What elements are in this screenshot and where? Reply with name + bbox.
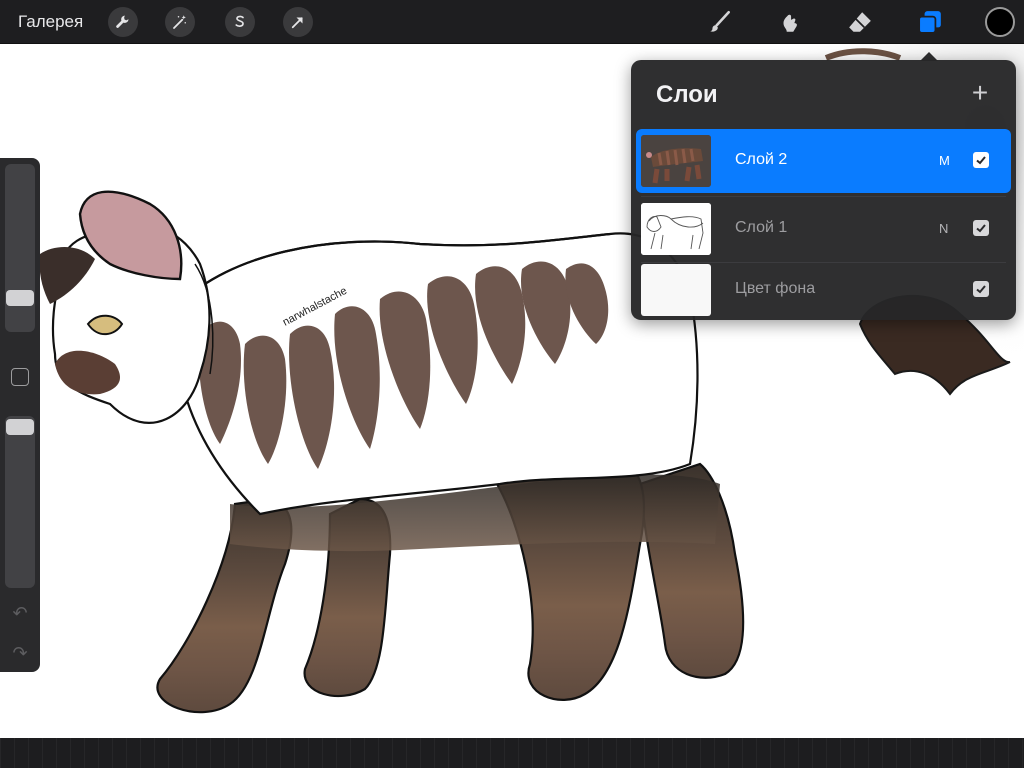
- actions-button[interactable]: [108, 7, 138, 37]
- layer-name: Слой 2: [735, 151, 788, 168]
- layer-visibility-checkbox[interactable]: [973, 220, 989, 236]
- checkmark-icon: [976, 285, 986, 294]
- eraser-icon: [849, 12, 871, 32]
- brush-size-slider[interactable]: [5, 164, 35, 332]
- color-swatch[interactable]: [985, 7, 1015, 37]
- procreate-app: Галерея narwhalstache ↶ ↷ Слои + Слой 2 …: [0, 0, 1024, 768]
- checkmark-icon: [976, 224, 986, 233]
- layer-blend-mode[interactable]: M: [939, 153, 950, 168]
- layer-visibility-checkbox[interactable]: [973, 281, 989, 297]
- layer-row-background[interactable]: Цвет фона: [636, 258, 1011, 322]
- redo-icon[interactable]: ↷: [9, 642, 31, 664]
- opacity-slider[interactable]: [5, 416, 35, 588]
- smudge-tool[interactable]: [775, 7, 805, 37]
- layer-thumbnail: [641, 264, 711, 316]
- layer-thumbnail: [641, 203, 711, 255]
- transform-button[interactable]: [283, 7, 313, 37]
- layers-panel: Слои + Слой 2 M Слой 1 N Цвет фона: [631, 60, 1016, 320]
- plus-icon[interactable]: +: [968, 79, 992, 107]
- layer-name: Слой 1: [735, 219, 788, 236]
- layer-row-2[interactable]: Слой 2 M: [636, 129, 1011, 193]
- layer-thumbnail: [641, 135, 711, 187]
- layer-visibility-checkbox[interactable]: [973, 152, 989, 168]
- bottom-strip: [0, 738, 1024, 768]
- brush-tool[interactable]: [705, 7, 735, 37]
- layer-blend-mode[interactable]: N: [939, 221, 948, 236]
- checkmark-icon: [976, 156, 986, 165]
- gallery-button[interactable]: Галерея: [18, 12, 83, 32]
- transform-arrow-icon: [291, 17, 303, 29]
- modify-button[interactable]: [11, 368, 29, 386]
- layers-title: Слои: [656, 81, 718, 108]
- brush-icon: [710, 10, 730, 32]
- layer-row-1[interactable]: Слой 1 N: [636, 197, 1011, 261]
- layers-icon: [918, 11, 941, 34]
- brush-size-knob[interactable]: [6, 290, 34, 306]
- eraser-tool[interactable]: [845, 7, 875, 37]
- smudge-icon: [783, 14, 797, 32]
- magic-wand-icon: [173, 15, 186, 29]
- wrench-icon: [116, 15, 129, 28]
- selection-button[interactable]: [225, 7, 255, 37]
- left-sidebar: ↶ ↷: [0, 158, 40, 672]
- undo-icon[interactable]: ↶: [9, 602, 31, 624]
- layers-tool[interactable]: [915, 7, 945, 37]
- adjustments-button[interactable]: [165, 7, 195, 37]
- selection-icon: [235, 15, 244, 27]
- top-toolbar: Галерея: [0, 0, 1024, 44]
- opacity-knob[interactable]: [6, 419, 34, 435]
- layer-name: Цвет фона: [735, 280, 816, 297]
